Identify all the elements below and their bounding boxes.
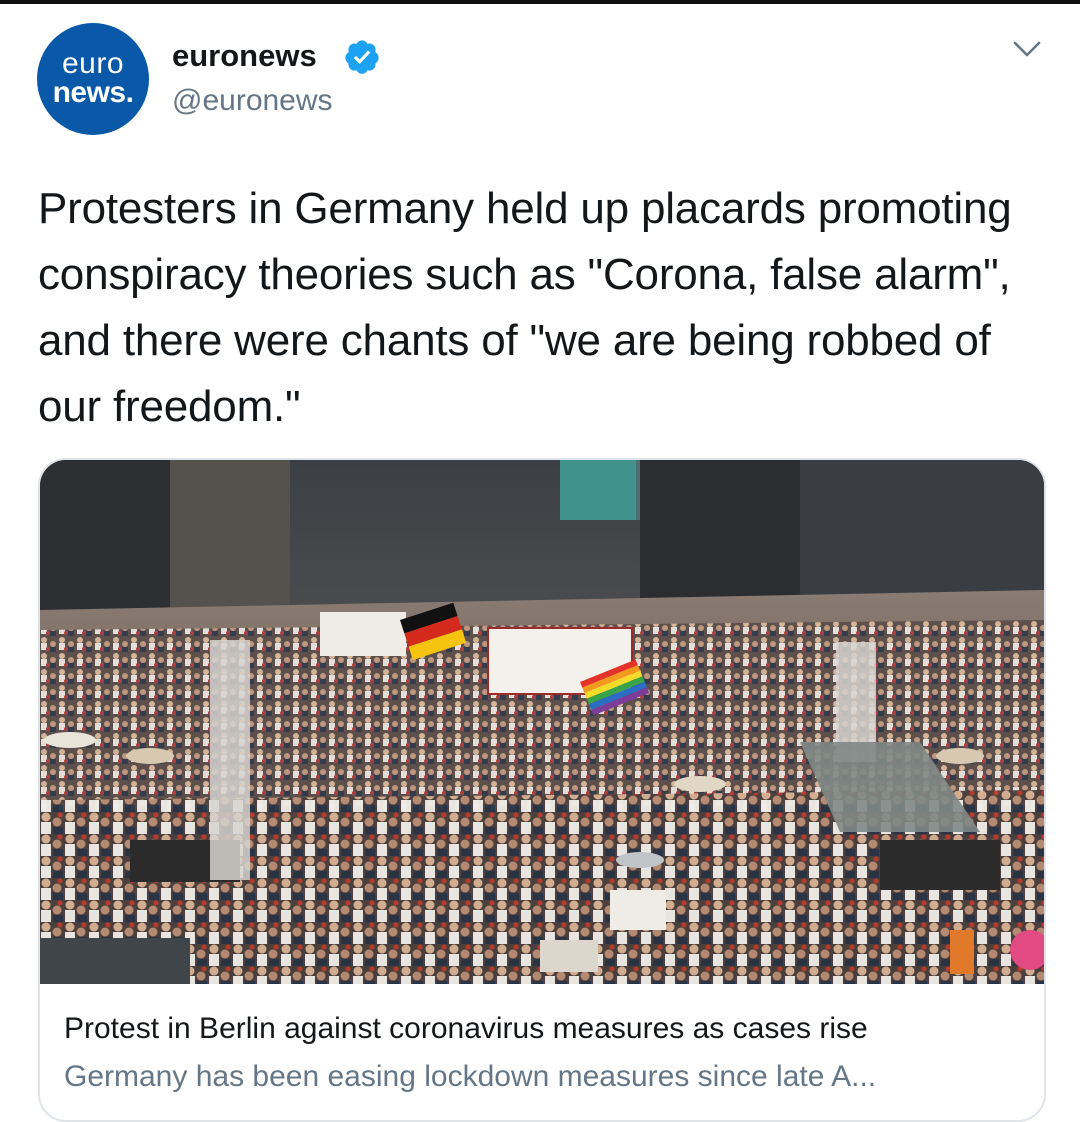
author-name[interactable]: euronews — [172, 38, 317, 74]
chevron-down-icon[interactable] — [1012, 38, 1042, 60]
protest-crowd-photo — [40, 460, 1044, 984]
link-card[interactable]: Protest in Berlin against coronavirus me… — [38, 458, 1046, 1122]
card-description: Germany has been easing lockdown measure… — [64, 1060, 877, 1093]
card-title[interactable]: Protest in Berlin against coronavirus me… — [64, 1012, 868, 1046]
avatar-text-news: news. — [52, 76, 134, 109]
author-handle[interactable]: @euronews — [172, 84, 333, 118]
top-edge-bar — [0, 0, 1080, 4]
tweet-text: Protesters in Germany held up placards p… — [38, 184, 1012, 431]
avatar[interactable]: euro news. — [37, 23, 149, 135]
avatar-text-euro: euro — [61, 47, 125, 80]
verified-badge-icon — [345, 40, 379, 74]
